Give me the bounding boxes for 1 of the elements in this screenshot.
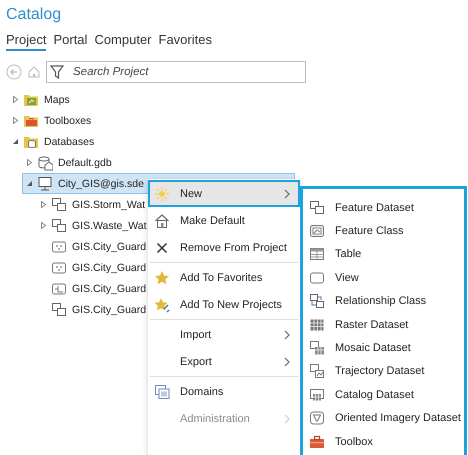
panel-title: Catalog bbox=[6, 6, 62, 25]
